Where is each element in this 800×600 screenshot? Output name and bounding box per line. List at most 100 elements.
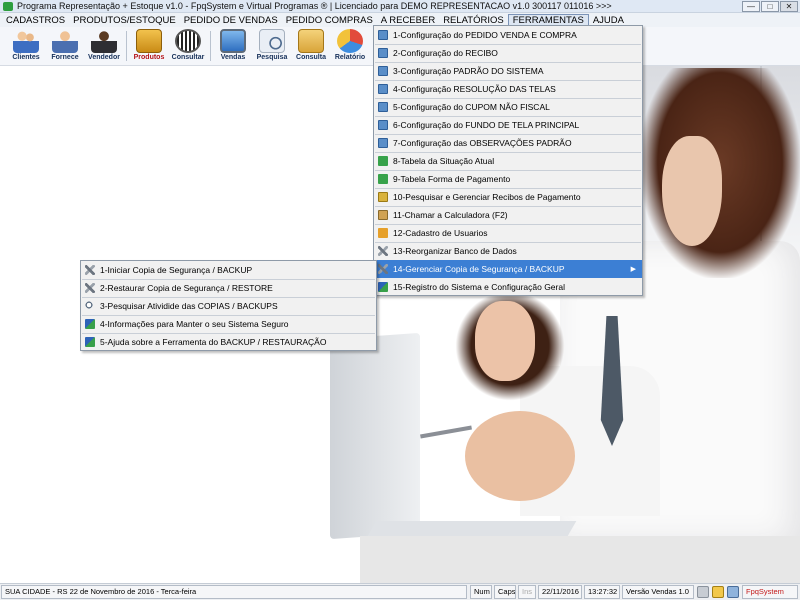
status-num: Num (470, 585, 492, 599)
check-icon (378, 282, 388, 292)
app-icon (3, 1, 13, 11)
toolbar-label: Clientes (12, 54, 40, 61)
menu-pedido-compras[interactable]: PEDIDO COMPRAS (282, 14, 377, 27)
search-doc-icon (259, 29, 285, 53)
money-icon (378, 192, 388, 202)
printer-icon[interactable] (697, 586, 709, 598)
lock-icon[interactable] (712, 586, 724, 598)
menu-produtos-estoque[interactable]: PRODUTOS/ESTOQUE (69, 14, 180, 27)
menu-item-label: 7-Configuração das OBSERVAÇÕES PADRÃO (393, 138, 572, 148)
status-time: 13:27:32 (584, 585, 620, 599)
background-pen (420, 425, 472, 439)
background-laptop (330, 332, 420, 540)
menu-pedido-de-vendas[interactable]: PEDIDO DE VENDAS (180, 14, 282, 27)
config-icon (378, 102, 388, 112)
vendas-button[interactable]: Vendas (213, 28, 253, 64)
clientes-button[interactable]: Clientes (6, 28, 46, 64)
menu-item-label: 1-Configuração do PEDIDO VENDA E COMPRA (393, 30, 577, 40)
menu-item-config-cupom[interactable]: 5-Configuração do CUPOM NÃO FISCAL (374, 98, 642, 116)
table-icon (378, 156, 388, 166)
config-icon (378, 138, 388, 148)
seller-icon (91, 29, 117, 53)
tools-icon (378, 246, 388, 256)
close-button[interactable]: ✕ (780, 1, 798, 12)
menu-item-label: 14-Gerenciar Copia de Segurança / BACKUP (393, 264, 565, 274)
window-controls: — □ ✕ (742, 1, 798, 12)
info-icon[interactable] (727, 586, 739, 598)
menu-item-recibos[interactable]: 10-Pesquisar e Gerenciar Recibos de Paga… (374, 188, 642, 206)
menu-item-label: 2-Configuração do RECIBO (393, 48, 498, 58)
menu-item-config-fundo[interactable]: 6-Configuração do FUNDO DE TELA PRINCIPA… (374, 116, 642, 134)
maximize-button[interactable]: □ (761, 1, 779, 12)
toolbar-label: Vendedor (88, 54, 120, 61)
check-icon (85, 337, 95, 347)
submenu-item-pesquisar[interactable]: 3-Pesquisar Atividide das COPIAS / BACKU… (81, 297, 376, 315)
menu-item-label: 5-Ajuda sobre a Ferramenta do BACKUP / R… (100, 337, 327, 347)
minimize-button[interactable]: — (742, 1, 760, 12)
menu-item-calculadora[interactable]: 11-Chamar a Calculadora (F2) (374, 206, 642, 224)
menu-item-label: 4-Informações para Manter o seu Sistema … (100, 319, 289, 329)
submenu-item-restaurar[interactable]: 2-Restaurar Copia de Segurança / RESTORE (81, 279, 376, 297)
status-caps: Caps (494, 585, 516, 599)
boxes-icon (136, 29, 162, 53)
menu-item-label: 13-Reorganizar Banco de Dados (393, 246, 517, 256)
menu-item-config-padrao[interactable]: 3-Configuração PADRÃO DO SISTEMA (374, 62, 642, 80)
menu-item-reorganizar[interactable]: 13-Reorganizar Banco de Dados (374, 242, 642, 260)
menu-item-tabela-pagamento[interactable]: 9-Tabela Forma de Pagamento (374, 170, 642, 188)
submenu-item-ajuda[interactable]: 5-Ajuda sobre a Ferramenta do BACKUP / R… (81, 333, 376, 351)
menu-item-usuarios[interactable]: 12-Cadastro de Usuarios (374, 224, 642, 242)
pesquisa-button[interactable]: Pesquisa (252, 28, 292, 64)
tools-icon (85, 283, 95, 293)
menu-item-config-recibo[interactable]: 2-Configuração do RECIBO (374, 44, 642, 62)
submenu-item-iniciar-backup[interactable]: 1-Iniciar Copia de Segurança / BACKUP (81, 261, 376, 279)
submenu-item-informacoes[interactable]: 4-Informações para Manter o seu Sistema … (81, 315, 376, 333)
config-icon (378, 84, 388, 94)
search-icon (85, 301, 95, 311)
monitor-icon (220, 29, 246, 53)
calculator-icon (378, 210, 388, 220)
toolbar-separator (210, 31, 211, 61)
menu-item-label: 5-Configuração do CUPOM NÃO FISCAL (393, 102, 550, 112)
table-icon (378, 174, 388, 184)
title-bar: Programa Representação + Estoque v1.0 - … (0, 0, 800, 13)
tools-icon (85, 265, 95, 275)
relatorio-button[interactable]: Relatório (330, 28, 370, 64)
ferramentas-menu: 1-Configuração do PEDIDO VENDA E COMPRA … (373, 25, 643, 296)
toolbar-label: Consulta (296, 54, 326, 61)
tools-icon (378, 264, 388, 274)
menu-item-config-resolucao[interactable]: 4-Configuração RESOLUÇÃO DAS TELAS (374, 80, 642, 98)
menu-item-label: 4-Configuração RESOLUÇÃO DAS TELAS (393, 84, 556, 94)
toolbar-label: Consultar (171, 54, 205, 61)
menu-item-config-observacoes[interactable]: 7-Configuração das OBSERVAÇÕES PADRÃO (374, 134, 642, 152)
vendedor-button[interactable]: Vendedor (84, 28, 124, 64)
consulta-button[interactable]: Consulta (291, 28, 331, 64)
check-icon (85, 319, 95, 329)
menu-item-label: 1-Iniciar Copia de Segurança / BACKUP (100, 265, 253, 275)
toolbar-label: Produtos (133, 54, 165, 61)
menu-item-label: 3-Pesquisar Atividide das COPIAS / BACKU… (100, 301, 278, 311)
fornecedor-button[interactable]: Fornece (45, 28, 85, 64)
background-person-face (475, 301, 535, 381)
status-brand: FpqSystem (742, 585, 798, 599)
menu-item-label: 6-Configuração do FUNDO DE TELA PRINCIPA… (393, 120, 580, 130)
toolbar-separator (126, 31, 127, 61)
menu-item-config-pedido[interactable]: 1-Configuração do PEDIDO VENDA E COMPRA (374, 26, 642, 44)
menu-item-tabela-situacao[interactable]: 8-Tabela da Situação Atual (374, 152, 642, 170)
menu-cadastros[interactable]: CADASTROS (2, 14, 69, 27)
status-location-date: SUA CIDADE - RS 22 de Novembro de 2016 -… (1, 585, 467, 599)
menu-item-backup[interactable]: 14-Gerenciar Copia de Segurança / BACKUP… (374, 260, 642, 278)
menu-item-registro[interactable]: 15-Registro do Sistema e Configuração Ge… (374, 278, 642, 296)
backup-submenu: 1-Iniciar Copia de Segurança / BACKUP 2-… (80, 260, 377, 351)
toolbar-label: Relatório (334, 54, 366, 61)
toolbar-label: Vendas (220, 54, 246, 61)
background-person-face (662, 136, 722, 246)
menu-item-label: 11-Chamar a Calculadora (F2) (393, 210, 508, 220)
config-icon (378, 48, 388, 58)
menu-item-label: 9-Tabela Forma de Pagamento (393, 174, 511, 184)
produtos-button[interactable]: Produtos (129, 28, 169, 64)
window-title: Programa Representação + Estoque v1.0 - … (17, 1, 612, 11)
consultar-button[interactable]: Consultar (168, 28, 208, 64)
barcode-icon (175, 29, 201, 53)
status-date: 22/11/2016 (538, 585, 582, 599)
config-icon (378, 120, 388, 130)
